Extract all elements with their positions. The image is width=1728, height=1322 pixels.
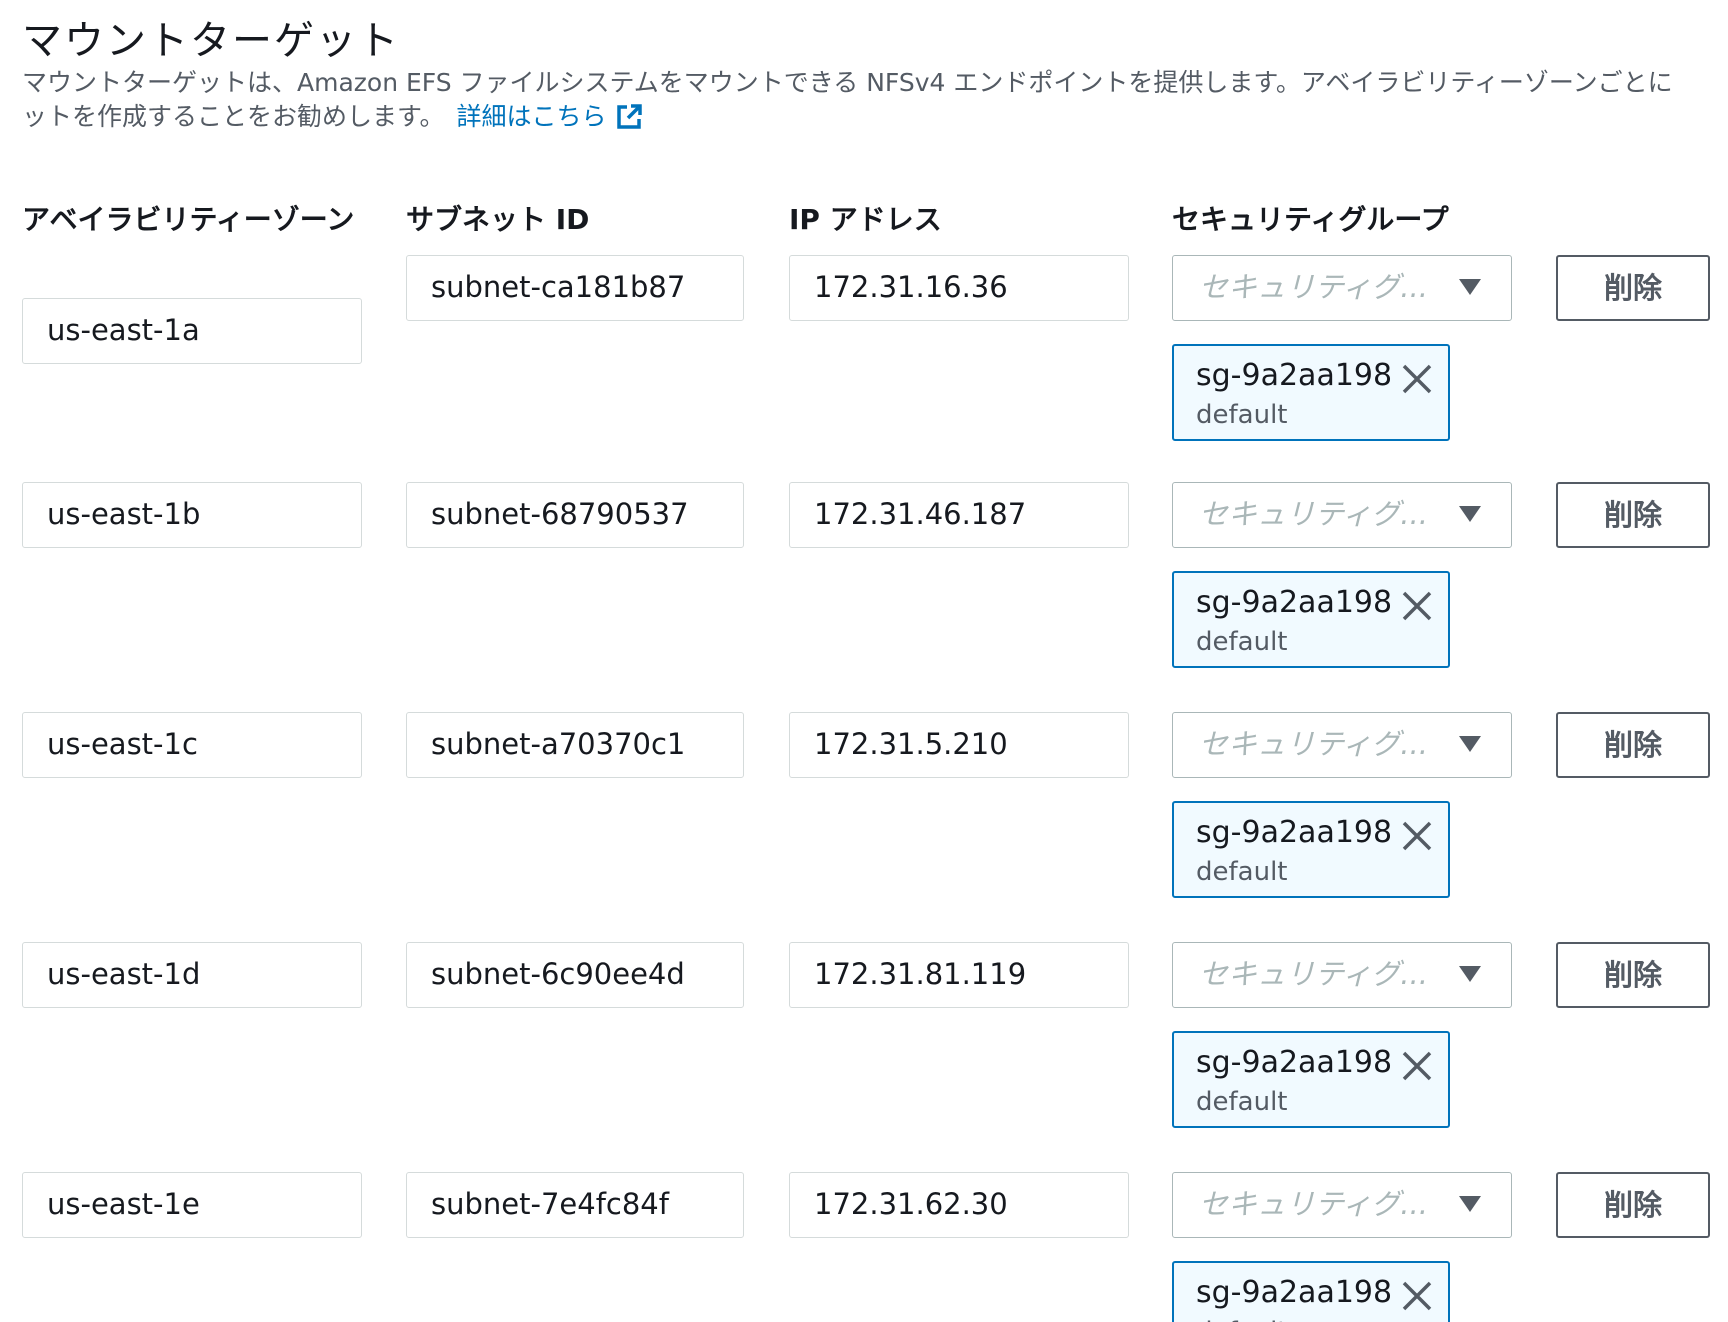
security-group-token: sg-9a2aa198 default — [1172, 801, 1450, 898]
security-group-name: default — [1196, 857, 1288, 887]
close-icon[interactable] — [1400, 1279, 1434, 1313]
caret-down-icon — [1459, 279, 1481, 295]
caret-down-icon — [1459, 736, 1481, 752]
security-group-placeholder: セキュリティグ... — [1199, 497, 1428, 531]
security-group-name: default — [1196, 1087, 1288, 1117]
security-group-name: default — [1196, 400, 1288, 430]
description-text: ットを作成することをお勧めします。 — [22, 102, 445, 131]
security-group-placeholder: セキュリティグ... — [1199, 957, 1428, 991]
delete-button[interactable]: 削除 — [1556, 482, 1710, 548]
external-link-icon — [616, 104, 642, 129]
ip-address-input[interactable]: 172.31.16.36 — [789, 255, 1129, 321]
security-group-select[interactable]: セキュリティグ... — [1172, 942, 1512, 1008]
column-header-ip: IP アドレス — [789, 203, 942, 236]
security-group-token: sg-9a2aa198 default — [1172, 571, 1450, 668]
security-group-id: sg-9a2aa198 — [1196, 815, 1393, 850]
close-icon[interactable] — [1400, 362, 1434, 396]
subnet-id-field[interactable]: subnet-68790537 — [406, 482, 744, 548]
availability-zone-field[interactable]: us-east-1a — [22, 298, 362, 364]
security-group-select[interactable]: セキュリティグ... — [1172, 255, 1512, 321]
security-group-name: default — [1196, 1317, 1287, 1322]
caret-down-icon — [1459, 506, 1481, 522]
security-group-token: sg-9a2aa198 default — [1172, 1031, 1450, 1128]
ip-address-input[interactable]: 172.31.81.119 — [789, 942, 1129, 1008]
delete-button[interactable]: 削除 — [1556, 255, 1710, 321]
availability-zone-field[interactable]: us-east-1d — [22, 942, 362, 1008]
learn-more-link[interactable]: 詳細はこちら — [457, 102, 643, 131]
description-line-1: マウントターゲットは、Amazon EFS ファイルシステムをマウントできる N… — [22, 68, 1673, 97]
availability-zone-field[interactable]: us-east-1e — [22, 1172, 362, 1238]
availability-zone-field[interactable]: us-east-1c — [22, 712, 362, 778]
subnet-id-field[interactable]: subnet-6c90ee4d — [406, 942, 744, 1008]
column-header-subnet: サブネット ID — [406, 203, 590, 236]
column-header-sg: セキュリティグループ — [1172, 203, 1449, 236]
security-group-name: default — [1196, 627, 1288, 657]
security-group-id: sg-9a2aa198 — [1196, 585, 1393, 620]
security-group-token: sg-9a2aa198 default — [1172, 344, 1450, 441]
learn-more-label: 詳細はこちら — [456, 102, 607, 131]
description-line-2: ットを作成することをお勧めします。 詳細はこちら — [22, 100, 1728, 134]
ip-address-input[interactable]: 172.31.5.210 — [789, 712, 1129, 778]
section-description: マウントターゲットは、Amazon EFS ファイルシステムをマウントできる N… — [22, 66, 1728, 134]
ip-address-input[interactable]: 172.31.62.30 — [789, 1172, 1129, 1238]
subnet-id-field[interactable]: subnet-ca181b87 — [406, 255, 744, 321]
mount-targets-panel: マウントターゲット マウントターゲットは、Amazon EFS ファイルシステム… — [0, 0, 1728, 1322]
security-group-placeholder: セキュリティグ... — [1199, 270, 1428, 304]
security-group-select[interactable]: セキュリティグ... — [1172, 482, 1512, 548]
ip-address-input[interactable]: 172.31.46.187 — [789, 482, 1129, 548]
security-group-select[interactable]: セキュリティグ... — [1172, 712, 1512, 778]
caret-down-icon — [1459, 966, 1481, 982]
delete-button[interactable]: 削除 — [1556, 942, 1710, 1008]
availability-zone-field[interactable]: us-east-1b — [22, 482, 362, 548]
close-icon[interactable] — [1400, 819, 1434, 853]
close-icon[interactable] — [1400, 589, 1434, 623]
column-header-az: アベイラビリティーゾーン — [22, 203, 355, 236]
delete-button[interactable]: 削除 — [1556, 1172, 1710, 1238]
subnet-id-field[interactable]: subnet-a70370c1 — [406, 712, 744, 778]
security-group-placeholder: セキュリティグ... — [1199, 727, 1428, 761]
security-group-token: sg-9a2aa198 default — [1172, 1261, 1450, 1322]
security-group-select[interactable]: セキュリティグ... — [1172, 1172, 1512, 1238]
security-group-id: sg-9a2aa198 — [1196, 1045, 1393, 1080]
close-icon[interactable] — [1400, 1049, 1434, 1083]
security-group-id: sg-9a2aa198 — [1196, 1275, 1393, 1310]
security-group-placeholder: セキュリティグ... — [1199, 1187, 1428, 1221]
caret-down-icon — [1459, 1196, 1481, 1212]
subnet-id-field[interactable]: subnet-7e4fc84f — [406, 1172, 744, 1238]
security-group-id: sg-9a2aa198 — [1196, 358, 1393, 393]
delete-button[interactable]: 削除 — [1556, 712, 1710, 778]
section-title: マウントターゲット — [22, 18, 400, 64]
